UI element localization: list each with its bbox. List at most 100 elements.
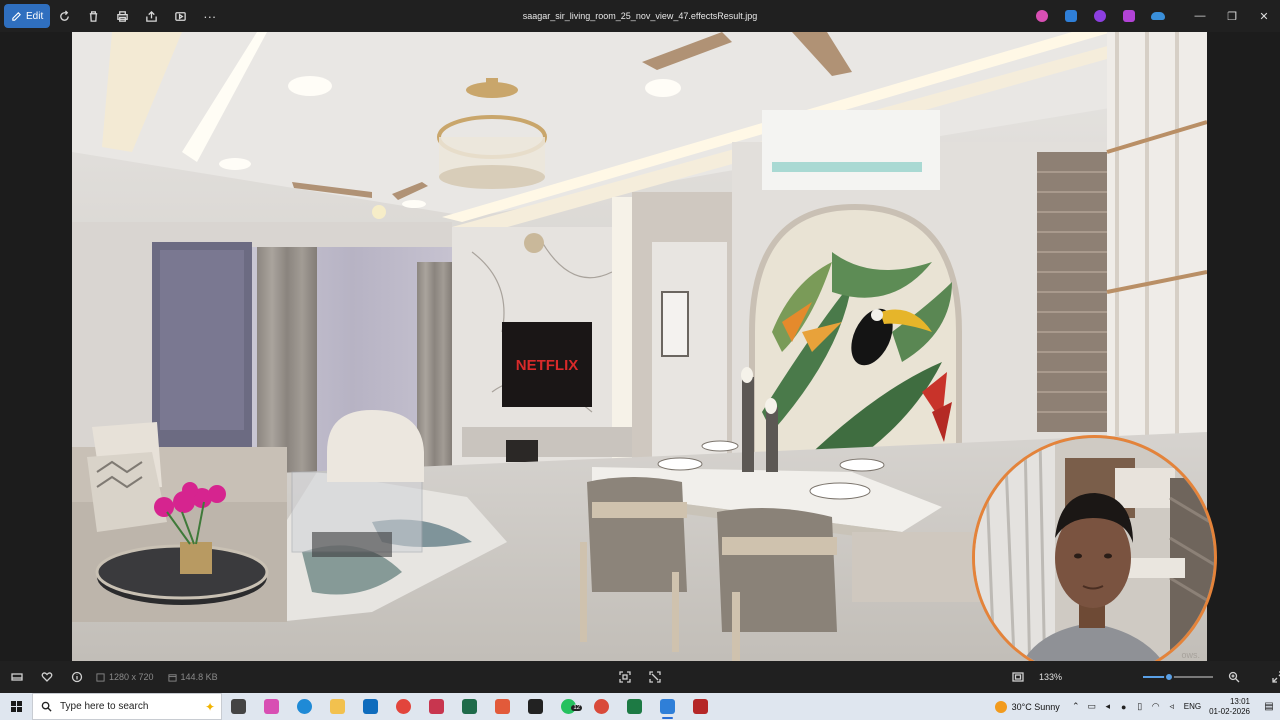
- app-orange-icon[interactable]: [486, 693, 519, 720]
- clock-date: 01-02-2026: [1209, 706, 1250, 716]
- zoom-level-label: 133%: [1039, 672, 1063, 682]
- restore-button[interactable]: ❐: [1216, 0, 1248, 32]
- zoom-controls: 133%: [1003, 661, 1280, 693]
- app-red-icon[interactable]: [420, 693, 453, 720]
- tv-netflix-logo: NETFLIX: [516, 357, 579, 374]
- chrome-icon[interactable]: [387, 693, 420, 720]
- edit-button-label: Edit: [26, 10, 44, 22]
- photos-icon[interactable]: [651, 693, 684, 720]
- volume-icon[interactable]: ◂: [1100, 693, 1116, 720]
- windows-logo-icon: [10, 701, 22, 712]
- image-dimensions: 1280 x 720: [96, 672, 154, 682]
- print-button[interactable]: [108, 4, 137, 28]
- whatsapp-badge: 12: [571, 705, 582, 711]
- taskbar-search[interactable]: ✦: [32, 693, 222, 720]
- copilot-taskbar-glyph: [264, 699, 279, 714]
- weather-text: 30°C Sunny: [1011, 701, 1060, 712]
- copilot-icon[interactable]: [1027, 0, 1056, 32]
- heart-icon: [41, 672, 53, 682]
- fit-icon: [1012, 672, 1024, 682]
- actual-size-button[interactable]: [640, 661, 670, 693]
- file-explorer-icon[interactable]: [321, 693, 354, 720]
- app-dark-red-glyph: [693, 699, 708, 714]
- file-size-icon: [167, 673, 177, 682]
- outlook-glyph: [363, 699, 378, 714]
- zoom-in-button[interactable]: [1219, 661, 1249, 693]
- file-explorer-glyph: [330, 699, 345, 714]
- share-icon: [146, 10, 158, 22]
- sunny-icon: [994, 700, 1007, 713]
- zoom-slider-thumb[interactable]: [1163, 672, 1174, 682]
- fit-to-window-button[interactable]: [610, 661, 640, 693]
- webcam-overlay: [972, 435, 1217, 680]
- battery-icon[interactable]: ▯: [1132, 693, 1148, 720]
- minimize-button[interactable]: —: [1184, 0, 1216, 32]
- fullscreen-icon: [1272, 671, 1280, 683]
- taskbar-clock[interactable]: 13:01 01-02-2026: [1209, 697, 1250, 717]
- outlook-icon[interactable]: [354, 693, 387, 720]
- file-size: 144.8 KB: [167, 672, 218, 682]
- filmstrip-button[interactable]: [2, 661, 32, 693]
- task-view-icon[interactable]: [222, 693, 255, 720]
- expand-icon: [649, 671, 661, 683]
- toolbar-left: Edit ···: [0, 0, 224, 32]
- fullscreen-button[interactable]: [1263, 661, 1280, 693]
- view-controls: [610, 661, 670, 693]
- onedrive-icon[interactable]: [1143, 0, 1172, 32]
- more-button[interactable]: ···: [195, 4, 224, 28]
- filmstrip-icon: [11, 673, 23, 681]
- designer-icon[interactable]: [1114, 0, 1143, 32]
- zoom-in-icon: [1228, 671, 1240, 683]
- copilot-taskbar-icon[interactable]: [255, 693, 288, 720]
- app-orange-glyph: [495, 699, 510, 714]
- tray-chevron-icon[interactable]: ⌃: [1068, 693, 1084, 720]
- rotate-button[interactable]: [50, 4, 79, 28]
- favorite-button[interactable]: [32, 661, 62, 693]
- share-button[interactable]: [137, 4, 166, 28]
- chrome-alt-icon[interactable]: [585, 693, 618, 720]
- fit-button[interactable]: [1003, 661, 1033, 693]
- weather-widget[interactable]: 30°C Sunny: [994, 700, 1060, 713]
- wifi-icon[interactable]: ◠: [1148, 693, 1164, 720]
- app-green-icon[interactable]: [453, 693, 486, 720]
- excel-icon[interactable]: [618, 693, 651, 720]
- slideshow-button[interactable]: [166, 4, 195, 28]
- input-language[interactable]: ENG: [1184, 702, 1201, 711]
- whatsapp-icon[interactable]: 12: [552, 693, 585, 720]
- trash-icon: [90, 10, 98, 22]
- clipchamp-icon[interactable]: [1085, 0, 1114, 32]
- start-button[interactable]: [0, 693, 32, 720]
- edit-button[interactable]: Edit: [4, 4, 51, 28]
- edge-glyph: [297, 699, 312, 714]
- zoom-slider[interactable]: [1143, 672, 1213, 682]
- speaker-icon[interactable]: ◃: [1164, 693, 1180, 720]
- photos-glyph: [660, 699, 675, 714]
- app-black-icon[interactable]: [519, 693, 552, 720]
- info-icon: [71, 671, 83, 683]
- dimensions-text: 1280 x 720: [109, 672, 154, 682]
- windows-taskbar: ✦ 12 30°C Sunny ⌃ ▭ ◂ ● ▯ ◠ ◃ ENG 13:01 …: [0, 693, 1280, 720]
- printer-icon: [117, 10, 129, 22]
- network-icon[interactable]: ▭: [1084, 693, 1100, 720]
- rotate-icon: [60, 9, 70, 21]
- notification-icon[interactable]: ▤: [1258, 693, 1280, 720]
- toolbar-right: — ❐ ✕: [1027, 0, 1280, 32]
- edge-icon[interactable]: [288, 693, 321, 720]
- app-dark-red-icon[interactable]: [684, 693, 717, 720]
- search-input[interactable]: [60, 701, 180, 712]
- close-button[interactable]: ✕: [1248, 0, 1280, 32]
- chrome-alt-glyph: [594, 699, 609, 714]
- presenter-webcam-image: [975, 438, 1214, 677]
- taskbar-apps: 12: [222, 693, 717, 720]
- app-black-glyph: [528, 699, 543, 714]
- microphone-icon[interactable]: ●: [1116, 693, 1132, 720]
- task-view-glyph: [231, 699, 246, 714]
- photoshop-app-icon[interactable]: [1056, 0, 1085, 32]
- title-toolbar: saagar_sir_living_room_25_nov_view_47.ef…: [0, 0, 1280, 32]
- delete-button[interactable]: [79, 4, 108, 28]
- fit-window-icon: [619, 671, 631, 683]
- file-info-button[interactable]: [62, 661, 92, 693]
- photo-status-bar: 1280 x 720 144.8 KB 133%: [0, 661, 1280, 693]
- edit-icon: [12, 11, 21, 21]
- slideshow-icon: [175, 11, 187, 21]
